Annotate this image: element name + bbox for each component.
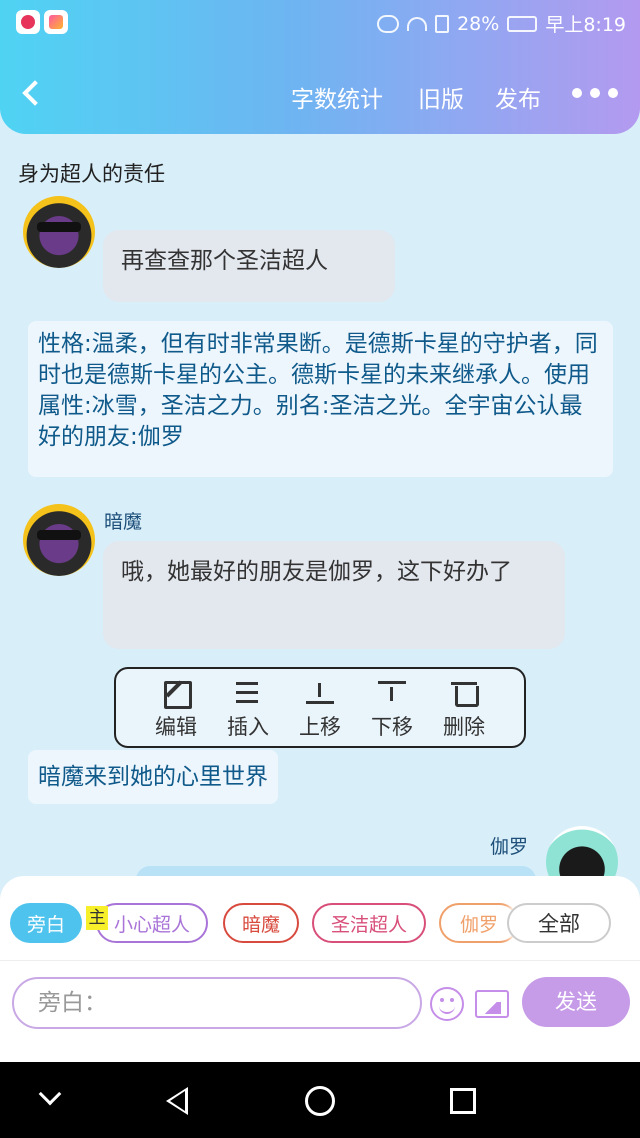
old-version-button[interactable]: 旧版 — [418, 80, 464, 114]
more-options-icon[interactable] — [572, 88, 618, 98]
send-button[interactable]: 发送 — [522, 977, 630, 1027]
move-up-button[interactable]: 上移 — [290, 669, 350, 746]
character-chip-careful-hero[interactable]: 小心超人 — [96, 903, 208, 943]
speaker-name: 伽罗 — [490, 836, 529, 858]
move-down-label: 下移 — [371, 715, 413, 739]
message-toolbar: 编辑 插入 上移 下移 删除 — [114, 667, 526, 748]
delete-button[interactable]: 删除 — [434, 669, 494, 746]
status-bar: 28% 早上8:19 — [0, 0, 640, 44]
narration-block[interactable]: 性格:温柔，但有时非常果断。是德斯卡星的守护者，同时也是德斯卡星的公主。德斯卡星… — [28, 321, 613, 477]
move-down-button[interactable]: 下移 — [362, 669, 422, 746]
system-navigation-bar — [0, 1062, 640, 1138]
chat-bubble[interactable]: 再查查那个圣洁超人 — [103, 230, 395, 302]
edit-label: 编辑 — [155, 715, 197, 739]
insert-label: 插入 — [227, 715, 269, 739]
edit-icon — [162, 679, 192, 709]
document-title[interactable]: 身为超人的责任 — [18, 158, 165, 188]
move-down-icon — [378, 679, 406, 705]
avatar-dark-demon[interactable] — [23, 504, 95, 576]
image-icon[interactable] — [475, 990, 509, 1018]
avatar-dark-demon[interactable] — [23, 196, 95, 268]
emoji-icon[interactable] — [430, 987, 464, 1021]
system-home-icon[interactable] — [305, 1086, 335, 1116]
eye-icon — [377, 14, 400, 33]
move-up-label: 上移 — [299, 715, 341, 739]
all-characters-button[interactable]: 全部 — [507, 903, 611, 943]
message-input[interactable]: 旁白： — [12, 977, 422, 1029]
main-character-badge: 主 — [86, 906, 108, 930]
top-header: 28% 早上8:19 字数统计 旧版 发布 — [0, 0, 640, 134]
chat-bubble[interactable]: 哦，她最好的朋友是伽罗，这下好办了 — [103, 541, 565, 649]
publish-button[interactable]: 发布 — [495, 80, 541, 114]
clock: 早上8:19 — [545, 14, 626, 36]
trash-icon — [450, 679, 479, 707]
system-back-icon[interactable] — [166, 1087, 188, 1115]
character-chip-dark-demon[interactable]: 暗魔 — [223, 903, 299, 943]
speaker-name: 暗魔 — [104, 511, 143, 533]
character-chip-narration[interactable]: 旁白 — [10, 903, 82, 943]
word-count-button[interactable]: 字数统计 — [291, 80, 383, 114]
character-chip-holy-hero[interactable]: 圣洁超人 — [312, 903, 426, 943]
delete-label: 删除 — [443, 715, 485, 739]
edit-button[interactable]: 编辑 — [146, 669, 206, 746]
insert-icon — [234, 679, 262, 705]
app-notification-icon — [16, 10, 40, 34]
sim-alert-icon — [435, 14, 450, 33]
app-notification-icon-2 — [44, 10, 68, 34]
narration-block[interactable]: 暗魔来到她的心里世界 — [28, 750, 278, 804]
wifi-icon — [407, 16, 428, 31]
divider — [0, 960, 640, 961]
system-recents-icon[interactable] — [450, 1088, 476, 1114]
move-up-icon — [306, 679, 334, 705]
hide-nav-icon[interactable] — [38, 1082, 62, 1106]
back-button[interactable] — [16, 78, 48, 110]
composer-panel: 旁白 小心超人 主 暗魔 圣洁超人 伽罗 全部 旁白： 发送 — [0, 876, 640, 1062]
insert-button[interactable]: 插入 — [218, 669, 278, 746]
battery-icon — [507, 15, 538, 32]
battery-percent: 28% — [457, 12, 500, 35]
status-indicators: 28% 早上8:19 — [377, 10, 626, 37]
